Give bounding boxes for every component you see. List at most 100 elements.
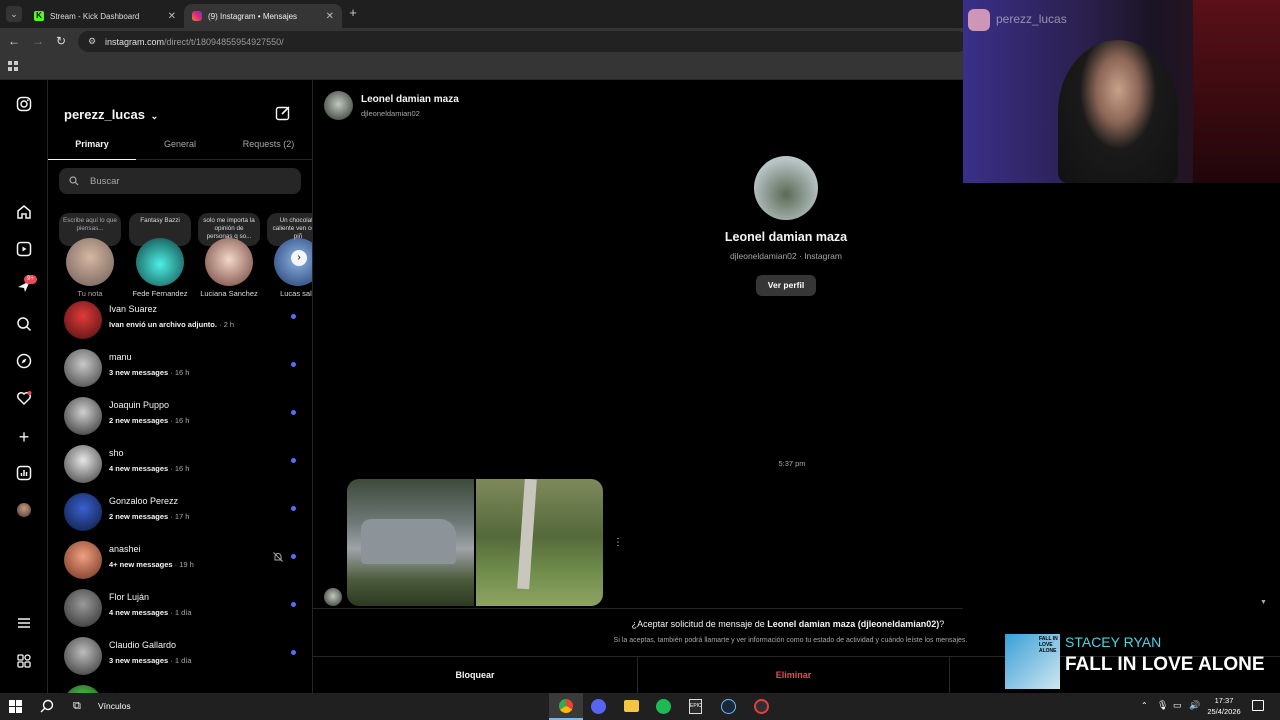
chat-name: Flor Luján	[109, 592, 150, 602]
tray-chevron-icon[interactable]: ⌃	[1141, 701, 1148, 710]
epic-games-taskbar-icon[interactable]: EPIC	[689, 699, 702, 714]
close-tab-icon[interactable]: ✕	[326, 11, 334, 22]
site-info-icon[interactable]: ⚙	[88, 36, 96, 47]
new-message-icon[interactable]	[275, 105, 291, 126]
chat-name: Claudio Gallardo	[109, 640, 177, 650]
start-icon[interactable]	[9, 700, 22, 713]
avatar	[64, 637, 102, 675]
unread-dot	[291, 506, 296, 511]
search-icon[interactable]	[40, 699, 54, 718]
notes-next-icon[interactable]: ›	[291, 250, 307, 266]
spotify-taskbar-icon[interactable]	[656, 699, 671, 714]
dashboard-icon[interactable]	[15, 465, 33, 483]
chat-name: anashei	[109, 544, 141, 554]
notification-center-icon[interactable]	[1252, 700, 1264, 711]
instagram-icon	[968, 9, 990, 31]
list-item[interactable]: manu 3 new messages · 16 h	[48, 344, 312, 392]
back-icon[interactable]: ←	[8, 34, 22, 48]
apps-grid-icon[interactable]	[8, 61, 18, 71]
clock-time[interactable]: 17:37	[1205, 696, 1243, 705]
chrome-taskbar-icon[interactable]	[549, 693, 583, 720]
webcam-overlay: perezz_lucas	[963, 0, 1280, 183]
create-icon[interactable]: +	[15, 428, 33, 446]
header-name: Leonel damian maza	[361, 94, 459, 105]
photo-attachment[interactable]	[347, 479, 474, 606]
url-bar[interactable]: ⚙ instagram.com/direct/t/180948559549275…	[78, 31, 968, 52]
tab-label: Stream - Kick Dashboard	[50, 11, 140, 21]
tab-requests[interactable]: Requests (2)	[224, 132, 312, 160]
file-explorer-taskbar-icon[interactable]	[624, 700, 639, 712]
list-item[interactable]: Flor Luján 4 new messages · 1 día	[48, 584, 312, 632]
list-item[interactable]: Claudio Gallardo 3 new messages · 1 día	[48, 632, 312, 680]
delete-button[interactable]: Eliminar	[638, 657, 950, 694]
scroll-down-icon[interactable]: ▼	[1260, 599, 1267, 606]
view-profile-button[interactable]: Ver perfil	[756, 275, 816, 296]
request-question: ¿Aceptar solicitud de mensaje de Leonel …	[313, 619, 1263, 629]
reload-icon[interactable]: ↻	[56, 34, 70, 48]
request-prompt: ¿Aceptar solicitud de mensaje de Leonel …	[313, 608, 967, 656]
tab-kick-dashboard[interactable]: K Stream - Kick Dashboard ✕	[26, 4, 184, 28]
photo-attachment[interactable]	[476, 479, 603, 606]
task-view-icon[interactable]: ⧉	[73, 700, 81, 713]
account-switcher[interactable]: perezz_lucas ⌄	[64, 107, 158, 122]
avatar	[64, 541, 102, 579]
microphone-icon[interactable]: 🎙	[1157, 700, 1168, 711]
list-item[interactable]: anashei 4+ new messages · 19 h	[48, 536, 312, 584]
volume-icon[interactable]: 🔊	[1189, 700, 1200, 711]
list-item[interactable]	[48, 680, 312, 693]
note-item[interactable]: solo me importa la opinión de personas q…	[198, 213, 260, 298]
tab-instagram[interactable]: (9) Instagram • Mensajes ✕	[184, 4, 342, 28]
profile-avatar[interactable]	[17, 503, 31, 517]
clock-date[interactable]: 25/4/2026	[1203, 707, 1245, 716]
chat-name: sho	[109, 448, 124, 458]
url-path: /direct/t/18094855954927550/	[164, 36, 284, 47]
forward-icon[interactable]: →	[32, 34, 46, 48]
list-item[interactable]: Ivan Suarez Ivan envió un archivo adjunt…	[48, 296, 312, 344]
avatar	[64, 349, 102, 387]
tab-primary[interactable]: Primary	[48, 132, 136, 160]
avatar	[324, 91, 353, 120]
chat-preview: 2 new messages · 16 h	[109, 416, 189, 425]
preview-text: 2 new messages	[109, 512, 169, 521]
home-icon[interactable]	[15, 204, 33, 222]
instagram-icon	[192, 11, 202, 21]
steam-taskbar-icon[interactable]	[721, 699, 736, 714]
unread-dot	[291, 314, 296, 319]
discord-taskbar-icon[interactable]	[591, 699, 606, 714]
music-artist: STACEY RYAN	[1065, 634, 1162, 650]
messenger-icon[interactable]: 9+	[15, 275, 37, 296]
inbox-panel: perezz_lucas ⌄ Primary General Requests …	[48, 80, 313, 693]
search-input[interactable]: Buscar	[59, 168, 301, 194]
note-item[interactable]: Fantasy Bazzi Fede Fernandez	[129, 213, 191, 298]
reels-icon[interactable]	[15, 241, 33, 259]
avatar	[64, 445, 102, 483]
tab-list-button[interactable]: ⌄	[6, 6, 22, 22]
list-item[interactable]: Gonzaloo Perezz 2 new messages · 17 h	[48, 488, 312, 536]
network-icon[interactable]: ▭	[1173, 700, 1182, 711]
chat-time: · 1 día	[168, 656, 192, 665]
more-options-icon[interactable]: ⋮	[613, 537, 623, 548]
close-tab-icon[interactable]: ✕	[168, 11, 176, 22]
notifications-heart-icon[interactable]	[15, 390, 33, 408]
block-button[interactable]: Bloquear	[313, 657, 638, 694]
conversation-header[interactable]: Leonel damian maza djleoneldamian02	[313, 80, 963, 133]
preview-text: 3 new messages	[109, 368, 169, 377]
note-own[interactable]: Escribe aquí lo que piensas... Tu nota	[59, 213, 121, 298]
list-item[interactable]: Joaquin Puppo 2 new messages · 16 h	[48, 392, 312, 440]
search-icon[interactable]	[15, 316, 33, 334]
tab-general[interactable]: General	[136, 132, 224, 160]
list-item[interactable]: sho 4 new messages · 16 h	[48, 440, 312, 488]
new-tab-icon[interactable]: +	[346, 6, 360, 20]
avatar	[64, 685, 102, 693]
obs-taskbar-icon[interactable]	[754, 699, 769, 714]
message-timestamp: 5:37 pm	[778, 459, 806, 468]
url-domain: instagram.com	[105, 36, 165, 47]
explore-icon[interactable]	[15, 353, 33, 371]
instagram-logo-icon[interactable]	[15, 96, 33, 114]
meta-apps-icon[interactable]	[15, 653, 33, 671]
chat-time: · 17 h	[168, 512, 190, 521]
more-menu-icon[interactable]	[15, 615, 33, 633]
avatar	[66, 238, 114, 286]
links-toolbar-label[interactable]: Vínculos	[98, 701, 131, 711]
nav-rail: 9+ +	[0, 80, 48, 693]
